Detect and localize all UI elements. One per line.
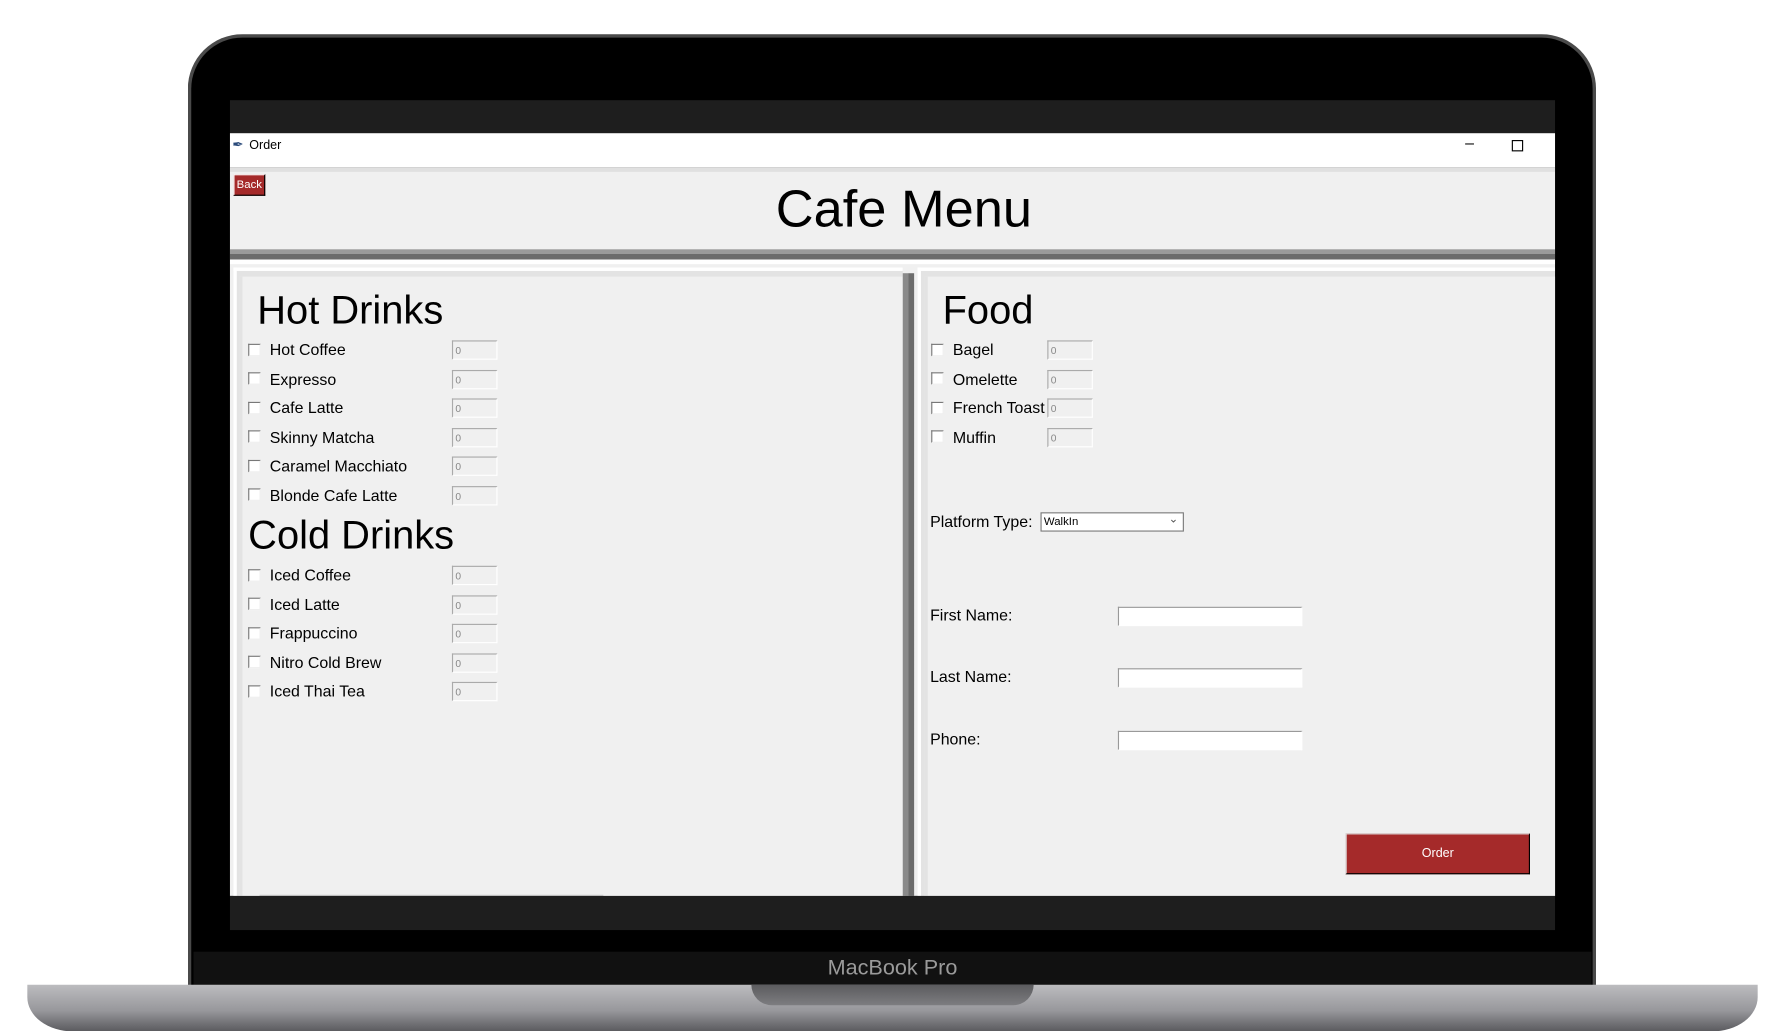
- item-quantity-input[interactable]: 0: [451, 427, 498, 447]
- menu-item-row: Hot Coffee: [248, 339, 346, 359]
- menu-item-row: Caramel Macchiato: [248, 455, 407, 475]
- item-quantity-input[interactable]: 0: [451, 594, 498, 615]
- item-quantity-input[interactable]: 0: [451, 565, 498, 586]
- item-checkbox[interactable]: [248, 372, 261, 385]
- item-checkbox[interactable]: [248, 488, 261, 501]
- item-checkbox[interactable]: [248, 684, 261, 698]
- item-quantity-input[interactable]: 0: [451, 340, 498, 360]
- item-checkbox[interactable]: [931, 343, 944, 356]
- item-quantity-input[interactable]: 0: [451, 623, 498, 644]
- menu-item-row: Bagel: [931, 339, 994, 359]
- item-checkbox[interactable]: [248, 343, 261, 356]
- item-label[interactable]: Caramel Macchiato: [270, 456, 407, 474]
- cold-drinks-heading: Cold Drinks: [248, 513, 455, 558]
- separator-gap: [229, 259, 1556, 265]
- item-label[interactable]: Cafe Latte: [270, 398, 344, 416]
- item-label[interactable]: Iced Thai Tea: [270, 682, 365, 700]
- item-checkbox[interactable]: [248, 568, 261, 582]
- header-separator: [229, 249, 1556, 260]
- order-button[interactable]: Order: [1345, 833, 1530, 875]
- first-name-label: First Name:: [930, 605, 1013, 624]
- item-quantity-input[interactable]: 0: [1047, 340, 1093, 360]
- food-panel: [924, 276, 1556, 896]
- item-quantity-input[interactable]: 0: [451, 369, 498, 389]
- item-label[interactable]: Iced Coffee: [270, 566, 351, 584]
- item-label[interactable]: Muffin: [953, 427, 996, 445]
- screen-bottom-bar: [229, 895, 1556, 931]
- platform-type-select[interactable]: WalkIn ⌄: [1040, 512, 1184, 532]
- menu-item-row: Muffin: [931, 426, 996, 446]
- header-border: [229, 167, 1556, 172]
- menu-item-row: Cafe Latte: [248, 397, 343, 417]
- item-quantity-input[interactable]: 0: [451, 485, 498, 505]
- item-label[interactable]: Omelette: [953, 369, 1018, 387]
- phone-label: Phone:: [930, 729, 981, 748]
- screen-top-bar: [229, 100, 1556, 134]
- item-label[interactable]: Nitro Cold Brew: [270, 653, 382, 671]
- item-checkbox[interactable]: [248, 459, 261, 472]
- item-checkbox[interactable]: [931, 372, 944, 385]
- item-label[interactable]: Skinny Matcha: [270, 427, 375, 445]
- menu-item-row: French Toast: [931, 397, 1045, 417]
- item-quantity-input[interactable]: 0: [1047, 398, 1093, 418]
- drinks-panel: [239, 276, 906, 896]
- item-quantity-input[interactable]: 0: [451, 456, 498, 476]
- item-quantity-input[interactable]: 0: [1047, 427, 1093, 447]
- page-title: Cafe Menu: [775, 178, 1032, 238]
- platform-type-value: WalkIn: [1043, 515, 1079, 529]
- item-quantity-input[interactable]: 0: [451, 652, 498, 673]
- item-quantity-input[interactable]: 0: [1047, 369, 1093, 389]
- minimize-icon[interactable]: –: [1465, 133, 1474, 151]
- item-quantity-input[interactable]: 0: [451, 681, 498, 702]
- item-label[interactable]: Bagel: [953, 340, 994, 358]
- window-titlebar: [229, 133, 1556, 168]
- app-feather-icon: ✒: [232, 136, 244, 153]
- menu-item-row: Nitro Cold Brew: [248, 652, 381, 672]
- item-label[interactable]: Hot Coffee: [270, 340, 346, 358]
- item-checkbox[interactable]: [248, 597, 261, 611]
- item-label[interactable]: Iced Latte: [270, 595, 340, 613]
- menu-item-row: Blonde Cafe Latte: [248, 484, 397, 504]
- item-label[interactable]: Blonde Cafe Latte: [270, 486, 398, 504]
- item-checkbox[interactable]: [931, 401, 944, 414]
- item-label[interactable]: Expresso: [270, 369, 336, 387]
- last-name-label: Last Name:: [930, 667, 1012, 686]
- menu-item-row: Iced Latte: [248, 594, 340, 614]
- item-checkbox[interactable]: [248, 626, 261, 640]
- menu-item-row: Expresso: [248, 368, 336, 388]
- item-label[interactable]: French Toast: [953, 398, 1045, 416]
- menu-item-row: Frappuccino: [248, 623, 358, 643]
- item-checkbox[interactable]: [248, 401, 261, 414]
- item-checkbox[interactable]: [248, 430, 261, 443]
- hot-drinks-heading: Hot Drinks: [257, 288, 444, 333]
- platform-type-label: Platform Type:: [930, 512, 1033, 531]
- menu-item-row: Iced Thai Tea: [248, 681, 365, 701]
- menu-item-row: Skinny Matcha: [248, 426, 374, 446]
- laptop-brand-label: MacBook Pro: [827, 956, 958, 981]
- menu-item-row: Omelette: [931, 368, 1018, 388]
- last-name-input[interactable]: [1117, 668, 1303, 688]
- menu-item-row: Iced Coffee: [248, 565, 351, 585]
- app-window: Back Cafe Menu Hot Drinks Cold Drinks Fo…: [229, 167, 1556, 896]
- phone-input[interactable]: [1117, 730, 1303, 751]
- window-title: Order: [249, 138, 282, 153]
- chevron-down-icon[interactable]: ⌄: [1169, 513, 1179, 526]
- item-checkbox[interactable]: [931, 430, 944, 443]
- maximize-icon[interactable]: [1511, 140, 1524, 152]
- laptop-notch: [751, 984, 1034, 1006]
- item-checkbox[interactable]: [248, 655, 261, 669]
- food-heading: Food: [942, 288, 1034, 333]
- first-name-input[interactable]: [1117, 606, 1303, 627]
- panel-divider[interactable]: [902, 273, 915, 896]
- item-label[interactable]: Frappuccino: [270, 624, 358, 642]
- item-quantity-input[interactable]: 0: [451, 398, 498, 418]
